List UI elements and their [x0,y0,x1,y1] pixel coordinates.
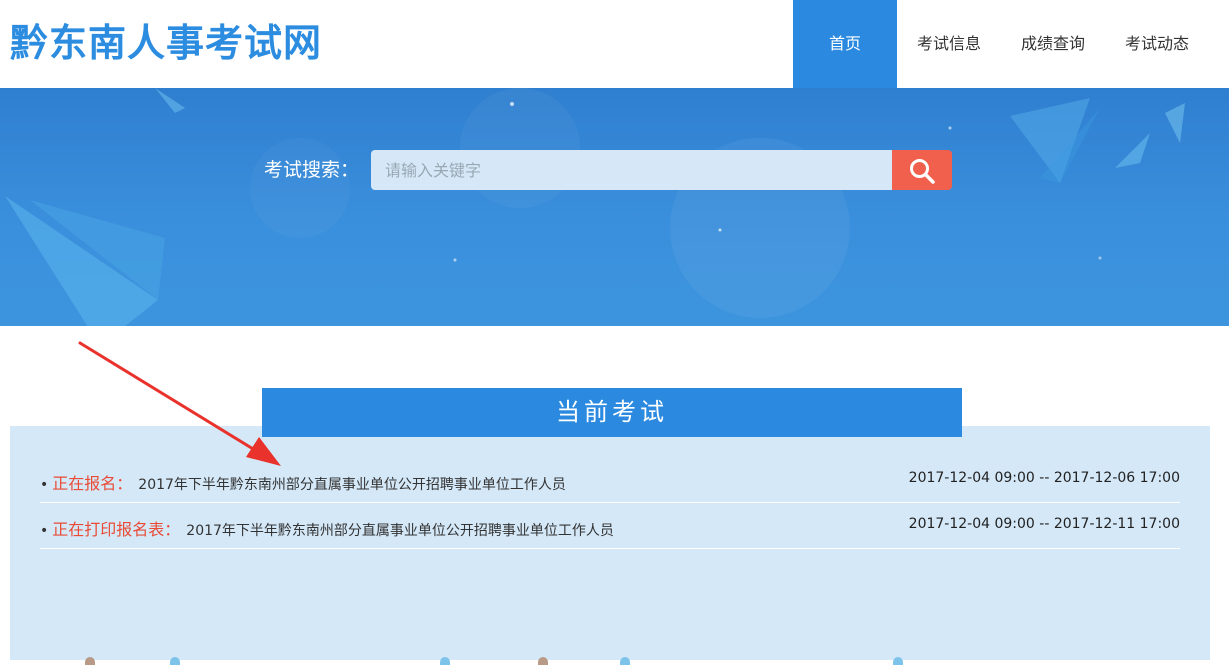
exam-status: 正在打印报名表： [52,520,181,539]
decor-mark [893,657,903,665]
decor-mark [170,657,180,665]
list-item[interactable]: • 正在报名： 2017年下半年黔东南州部分直属事业单位公开招聘事业单位工作人员 2… [40,457,1180,503]
list-item[interactable]: • 正在打印报名表： 2017年下半年黔东南州部分直属事业单位公开招聘事业单位工作人… [40,503,1180,549]
bottom-decoration-strip [0,655,1229,665]
search-banner: 考试搜索： [0,88,1229,326]
banner-decoration [5,88,1185,326]
nav-item-home[interactable]: 首页 [793,0,897,88]
bullet: • [40,477,49,493]
decor-mark [85,657,95,665]
nav-item-exam-news[interactable]: 考试动态 [1105,0,1209,88]
search-icon [910,159,935,184]
current-exams-title: 当前考试 [262,388,962,437]
exam-time: 2017-12-04 09:00 -- 2017-12-11 17:00 [908,516,1180,532]
bullet: • [40,523,49,539]
main-nav: 首页 考试信息 成绩查询 考试动态 [793,0,1209,88]
exam-status: 正在报名： [52,474,133,493]
exam-name-link[interactable]: 2017年下半年黔东南州部分直属事业单位公开招聘事业单位工作人员 [138,477,566,493]
search-input[interactable] [371,150,893,190]
nav-item-score-query[interactable]: 成绩查询 [1001,0,1105,88]
nav-item-exam-info[interactable]: 考试信息 [897,0,1001,88]
decor-mark [440,657,450,665]
exam-name-link[interactable]: 2017年下半年黔东南州部分直属事业单位公开招聘事业单位工作人员 [186,523,614,539]
decor-mark [620,657,630,665]
current-exams-list: • 正在报名： 2017年下半年黔东南州部分直属事业单位公开招聘事业单位工作人员 2… [40,457,1180,549]
search-button[interactable] [892,150,952,190]
site-title[interactable]: 黔东南人事考试网 [10,18,322,68]
search-label: 考试搜索： [264,159,360,181]
exam-time: 2017-12-04 09:00 -- 2017-12-06 17:00 [908,470,1180,486]
site-header: 黔东南人事考试网 首页 考试信息 成绩查询 考试动态 [0,0,1229,88]
decor-mark [538,657,548,665]
